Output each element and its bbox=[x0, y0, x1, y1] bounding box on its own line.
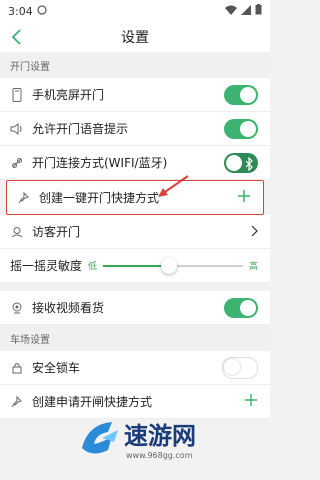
bluetooth-icon bbox=[245, 156, 253, 175]
section-parking-settings: 车场设置 bbox=[0, 325, 270, 351]
page-title: 设置 bbox=[121, 30, 149, 46]
camera-icon bbox=[10, 301, 24, 315]
row-label: 摇一摇灵敏度 bbox=[10, 259, 83, 273]
toggle-shake-screen[interactable] bbox=[224, 84, 258, 105]
visitor-icon bbox=[10, 225, 24, 239]
status-bar: 3:04 bbox=[0, 0, 270, 22]
toggle-voice-prompt[interactable] bbox=[224, 118, 258, 139]
row-connect-mode: 开门连接方式(WIFI/蓝牙) bbox=[0, 146, 270, 180]
speaker-icon bbox=[10, 122, 24, 136]
row-label: 允许开门语音提示 bbox=[32, 122, 129, 136]
sensitivity-high-label: 高 bbox=[248, 262, 258, 272]
row-label: 创建一键开门快捷方式 bbox=[39, 191, 160, 205]
row-shake-sensitivity: 摇一摇灵敏度 低 高 bbox=[0, 249, 270, 283]
sensitivity-slider[interactable] bbox=[103, 257, 243, 274]
row-label: 创建申请开闸快捷方式 bbox=[32, 395, 153, 409]
row-create-shortcut[interactable]: 创建一键开门快捷方式 bbox=[6, 180, 264, 215]
toggle-connect-mode[interactable] bbox=[224, 152, 258, 175]
slider-thumb[interactable] bbox=[160, 257, 177, 274]
row-label: 安全锁车 bbox=[32, 361, 81, 375]
pin-icon bbox=[17, 191, 31, 205]
plus-icon[interactable] bbox=[244, 392, 258, 411]
watermark-text: 速游网 bbox=[124, 422, 196, 450]
status-time: 3:04 bbox=[8, 4, 33, 18]
chevron-right-icon bbox=[250, 222, 258, 241]
lock-icon bbox=[10, 361, 24, 375]
annotation-arrow-icon bbox=[158, 175, 189, 197]
row-security-lock: 安全锁车 bbox=[0, 351, 270, 385]
row-label: 访客开门 bbox=[32, 225, 81, 239]
row-shake-screen-open: 手机亮屏开门 bbox=[0, 78, 270, 112]
row-label: 开门连接方式(WIFI/蓝牙) bbox=[32, 156, 168, 170]
phone-icon bbox=[10, 87, 24, 102]
pin-icon bbox=[10, 395, 24, 409]
watermark-url: www.968gg.com bbox=[126, 451, 193, 460]
back-button[interactable] bbox=[10, 28, 24, 46]
row-label: 接收视频看货 bbox=[32, 301, 105, 315]
wifi-icon bbox=[225, 5, 237, 18]
toggle-security-lock[interactable] bbox=[222, 356, 258, 379]
chevron-left-icon bbox=[11, 29, 21, 45]
header-bar: 设置 bbox=[0, 22, 270, 52]
signal-icon bbox=[241, 4, 251, 18]
section-door-settings: 开门设置 bbox=[0, 52, 270, 78]
row-voice-prompt: 允许开门语音提示 bbox=[0, 112, 270, 146]
row-label: 手机亮屏开门 bbox=[32, 88, 105, 102]
row-receive-video: 接收视频看货 bbox=[0, 291, 270, 325]
watermark-logo: 速游网 www.968gg.com bbox=[82, 422, 196, 460]
toggle-receive-video[interactable] bbox=[224, 297, 258, 318]
plus-icon[interactable] bbox=[237, 188, 251, 207]
row-visitor-open[interactable]: 访客开门 bbox=[0, 215, 270, 249]
sensitivity-low-label: 低 bbox=[88, 262, 98, 272]
link-icon bbox=[10, 156, 24, 170]
battery-icon bbox=[255, 4, 262, 18]
notification-icon bbox=[37, 4, 47, 18]
